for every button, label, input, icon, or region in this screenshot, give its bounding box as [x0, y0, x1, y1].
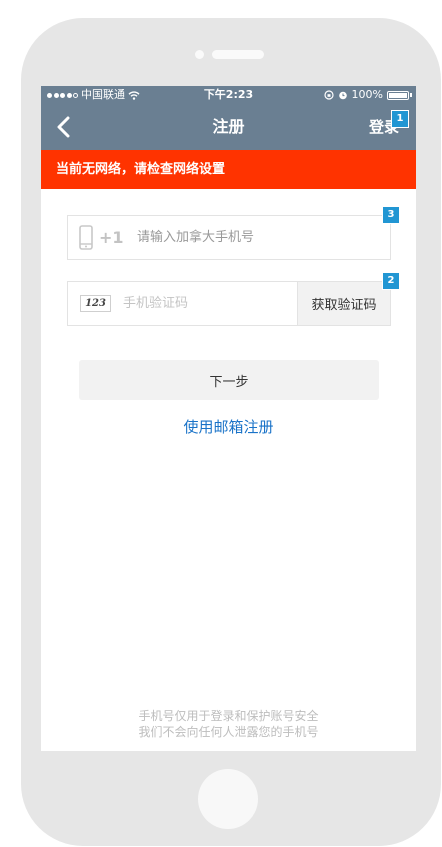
phone-field: +1: [67, 215, 391, 260]
page-title: 注册: [212, 117, 245, 136]
privacy-note-line2: 我们不会向任何人泄露您的手机号: [138, 725, 319, 739]
battery-percent: 100%: [351, 88, 383, 101]
status-right: 100%: [323, 86, 412, 104]
privacy-note: 手机号仅用于登录和保护账号安全 我们不会向任何人泄露您的手机号: [41, 708, 416, 740]
network-alert-banner: 当前无网络，请检查网络设置: [41, 150, 416, 189]
email-register-link[interactable]: 使用邮箱注册: [41, 416, 416, 437]
next-step-button[interactable]: 下一步: [79, 360, 379, 400]
nav-bar: 注册 登录: [41, 104, 416, 150]
app-screen: 中国联通 下午2:23 100% 注册 登录 1 当前无网络，请检查网络设置 +…: [41, 86, 416, 751]
alarm-icon: [338, 91, 347, 100]
volume-up-button: [435, 175, 441, 245]
volume-down-button: [435, 265, 441, 300]
verification-code-field: 123 获取验证码: [67, 281, 391, 326]
mobile-phone-icon: [79, 225, 93, 250]
privacy-note-line1: 手机号仅用于登录和保护账号安全: [138, 709, 319, 723]
code-123-icon: 123: [80, 295, 111, 312]
annotation-badge-get-code: 2: [382, 272, 400, 290]
battery-tip: [410, 93, 412, 97]
battery-icon: [387, 90, 409, 100]
rotation-lock-icon: [323, 90, 334, 100]
annotation-badge-login: 1: [391, 110, 409, 128]
phone-input[interactable]: [137, 216, 377, 259]
verification-code-input[interactable]: [123, 282, 293, 325]
front-camera: [195, 50, 204, 59]
home-button[interactable]: [198, 769, 258, 829]
status-bar: 中国联通 下午2:23 100%: [41, 86, 416, 104]
country-code-prefix: +1: [99, 228, 124, 247]
annotation-badge-phone-field: 3: [382, 206, 400, 224]
get-code-button[interactable]: 获取验证码: [297, 282, 390, 325]
earpiece-speaker: [212, 50, 264, 59]
